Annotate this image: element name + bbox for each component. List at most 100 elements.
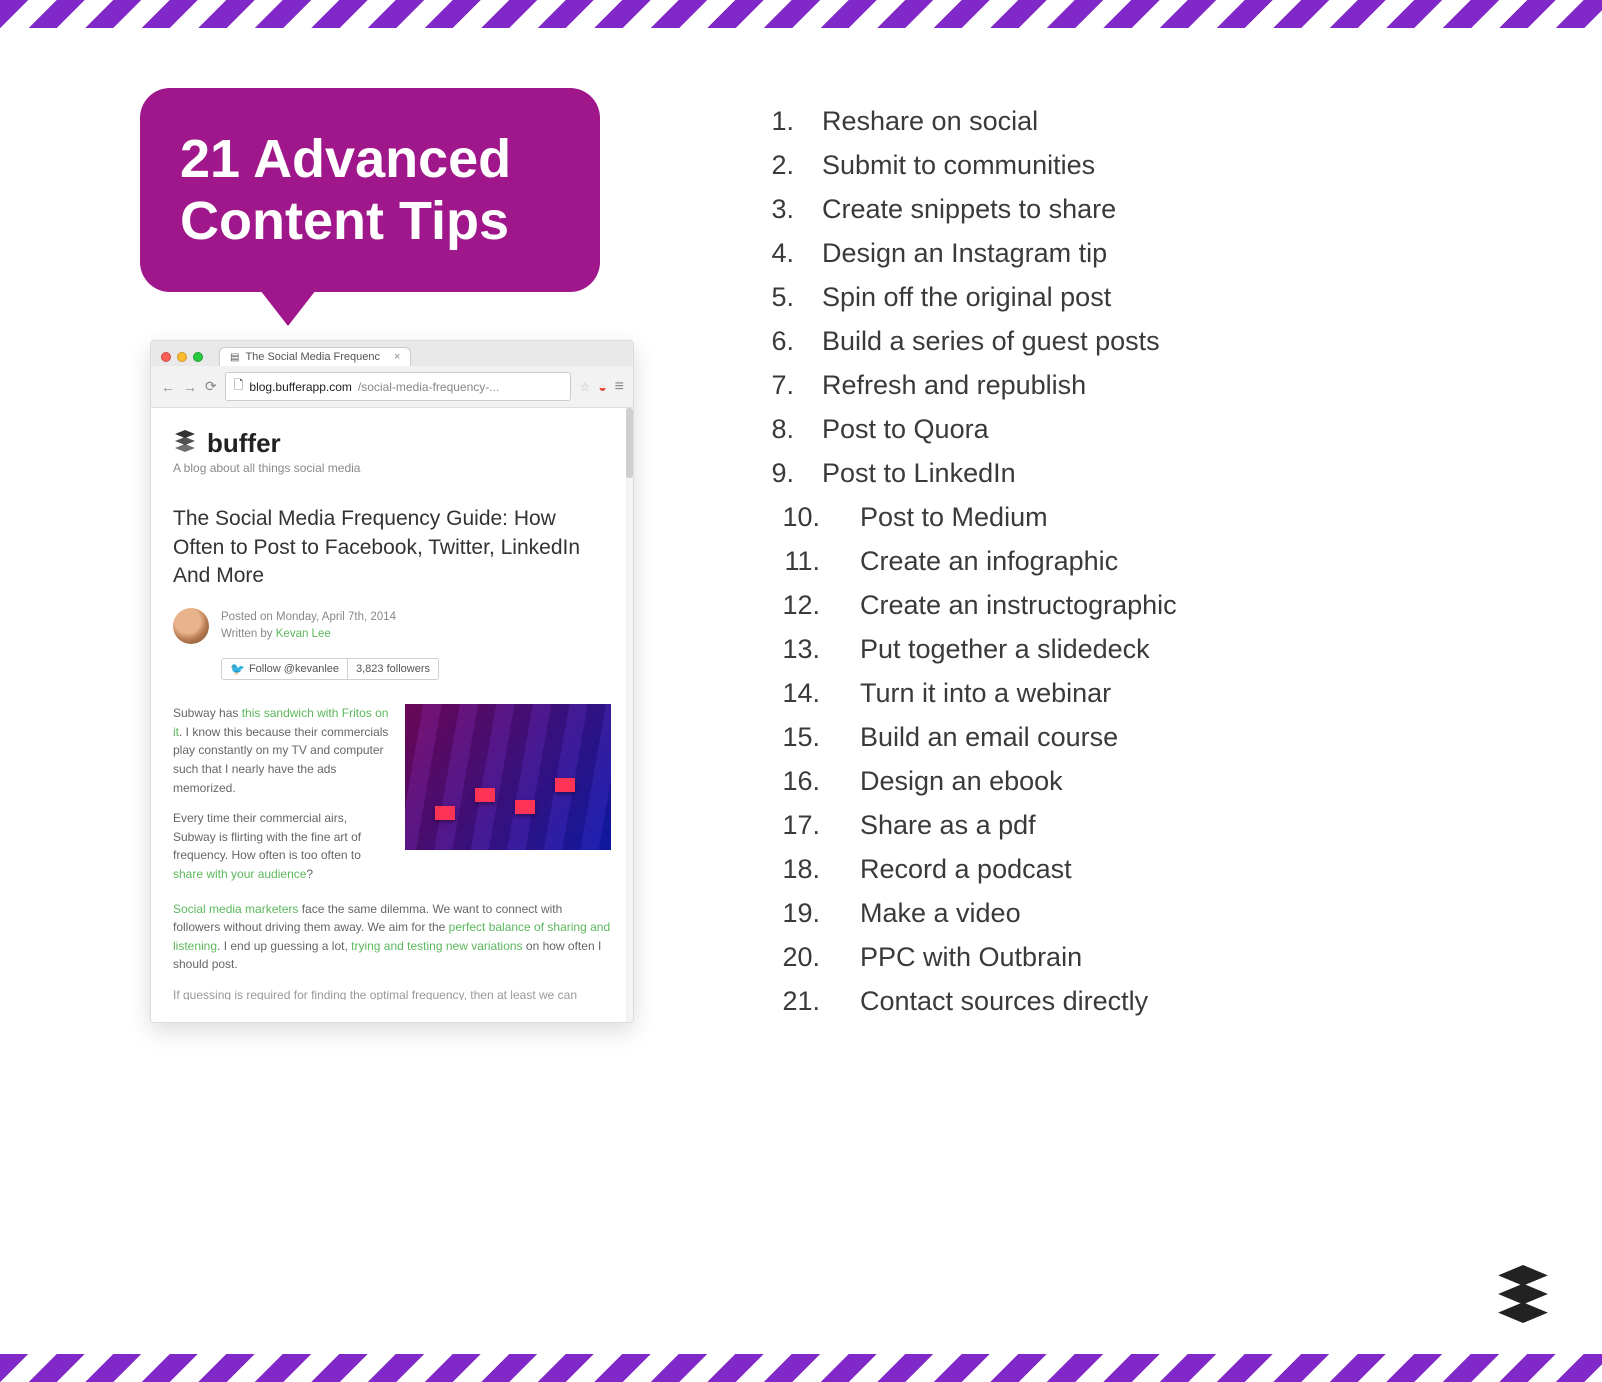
byline-text: Posted on Monday, April 7th, 2014 Writte… [221,609,396,644]
article-body-left: Subway has this sandwich with Fritos on … [173,704,391,895]
title-speech-bubble: 21 Advanced Content Tips [140,88,600,292]
window-zoom-icon[interactable] [193,352,203,362]
tips-list: Reshare on social Submit to communities Cr… [750,108,1602,1015]
article-lede: Subway has this sandwich with Fritos on … [173,704,611,895]
brand-name: buffer [207,428,281,459]
decorative-stripe-top [0,0,1602,28]
tip-item: Make a video [750,900,1602,927]
follow-label: Follow @kevanlee [249,663,339,675]
tip-label: Record a podcast [860,856,1072,883]
tip-label: Refresh and republish [822,372,1086,399]
brand-tagline: A blog about all things social media [173,461,611,475]
tip-item: Refresh and republish [750,372,1602,399]
scrollbar-track[interactable] [626,408,633,1022]
nav-forward-icon[interactable]: → [183,379,197,395]
right-column: Reshare on social Submit to communities Cr… [720,28,1602,1354]
tip-label: Reshare on social [822,108,1038,135]
pocket-icon[interactable]: ◒ [598,379,606,395]
tip-item: Design an Instagram tip [750,240,1602,267]
window-minimize-icon[interactable] [177,352,187,362]
tip-label: Submit to communities [822,152,1095,179]
mixer-knob-icon [515,800,535,814]
tip-label: Create an instructographic [860,592,1177,619]
tip-item: Put together a slidedeck [750,636,1602,663]
tab-close-icon[interactable]: × [394,351,400,363]
tip-item: Reshare on social [750,108,1602,135]
tip-item: Share as a pdf [750,812,1602,839]
tip-label: Share as a pdf [860,812,1036,839]
page-icon: 🗋 [234,376,244,397]
tip-label: Design an ebook [860,768,1063,795]
tip-item: Post to LinkedIn [750,460,1602,487]
tip-item: Submit to communities [750,152,1602,179]
mixer-knob-icon [435,806,455,820]
article-hero-image [405,704,611,850]
tip-label: Design an Instagram tip [822,240,1107,267]
tip-label: Post to LinkedIn [822,460,1016,487]
mixer-knob-icon [475,788,495,802]
page-content: buffer A blog about all things social me… [151,408,633,1022]
nav-back-icon[interactable]: ← [161,379,175,395]
speech-arrow-icon [260,290,316,326]
bookmark-star-icon[interactable]: ☆ [579,380,590,394]
tip-label: Make a video [860,900,1021,927]
tip-label: Post to Quora [822,416,989,443]
browser-window: ▤ The Social Media Frequenc × ← → ⟳ 🗋 bl… [150,340,634,1023]
browser-titlebar: ▤ The Social Media Frequenc × [151,341,633,366]
tip-item: Design an ebook [750,768,1602,795]
article-byline: Posted on Monday, April 7th, 2014 Writte… [173,608,611,644]
post-date: Posted on Monday, April 7th, 2014 [221,609,396,626]
tip-label: Contact sources directly [860,988,1148,1015]
tip-label: Create snippets to share [822,196,1116,223]
url-path: /social-media-frequency-... [358,380,499,394]
tip-item: Create an infographic [750,548,1602,575]
written-by-prefix: Written by [221,628,276,640]
menu-hamburger-icon[interactable]: ≡ [615,378,623,396]
browser-tab[interactable]: ▤ The Social Media Frequenc × [219,347,411,366]
tip-item: PPC with Outbrain [750,944,1602,971]
buffer-logo-icon [173,428,197,459]
tip-label: Spin off the original post [822,284,1111,311]
tip-label: Create an infographic [860,548,1118,575]
footer-buffer-logo-icon [1494,1265,1552,1328]
scrollbar-thumb[interactable] [626,408,633,478]
left-column: 21 Advanced Content Tips ▤ The Social Me… [0,28,720,1354]
url-host: blog.bufferapp.com [249,380,352,394]
tip-item: Build a series of guest posts [750,328,1602,355]
tip-label: Build an email course [860,724,1118,751]
nav-reload-icon[interactable]: ⟳ [205,378,217,395]
author-avatar[interactable] [173,608,209,644]
marketers-link[interactable]: Social media marketers [173,902,298,916]
cutoff-paragraph: If guessing is required for finding the … [173,986,611,1000]
tip-item: Spin off the original post [750,284,1602,311]
mixer-knob-icon [555,778,575,792]
tip-item: Turn it into a webinar [750,680,1602,707]
title-text: 21 Advanced Content Tips [180,129,511,251]
tip-item: Create snippets to share [750,196,1602,223]
tip-item: Post to Medium [750,504,1602,531]
site-brand[interactable]: buffer [173,428,611,459]
article-title: The Social Media Frequency Guide: How Of… [173,505,611,590]
tip-label: Build a series of guest posts [822,328,1160,355]
decorative-stripe-bottom [0,1354,1602,1382]
tip-item: Build an email course [750,724,1602,751]
testing-link[interactable]: trying and testing new variations [351,939,522,953]
content-area: 21 Advanced Content Tips ▤ The Social Me… [0,28,1602,1354]
tip-item: Create an instructographic [750,592,1602,619]
tip-item: Post to Quora [750,416,1602,443]
author-link[interactable]: Kevan Lee [276,628,331,640]
tip-item: Contact sources directly [750,988,1602,1015]
address-bar[interactable]: 🗋 blog.bufferapp.com/social-media-freque… [225,372,572,401]
window-close-icon[interactable] [161,352,171,362]
follower-count: 3,823 followers [348,660,438,678]
share-audience-link[interactable]: share with your audience [173,867,306,881]
tab-title: The Social Media Frequenc [245,351,380,363]
tip-label: Turn it into a webinar [860,680,1111,707]
browser-toolbar: ← → ⟳ 🗋 blog.bufferapp.com/social-media-… [151,366,633,408]
tip-label: Post to Medium [860,504,1048,531]
tip-label: PPC with Outbrain [860,944,1082,971]
tab-favicon-icon: ▤ [230,352,239,363]
twitter-follow-widget[interactable]: 🐦 Follow @kevanlee 3,823 followers [221,658,439,680]
tip-label: Put together a slidedeck [860,636,1150,663]
tip-item: Record a podcast [750,856,1602,883]
